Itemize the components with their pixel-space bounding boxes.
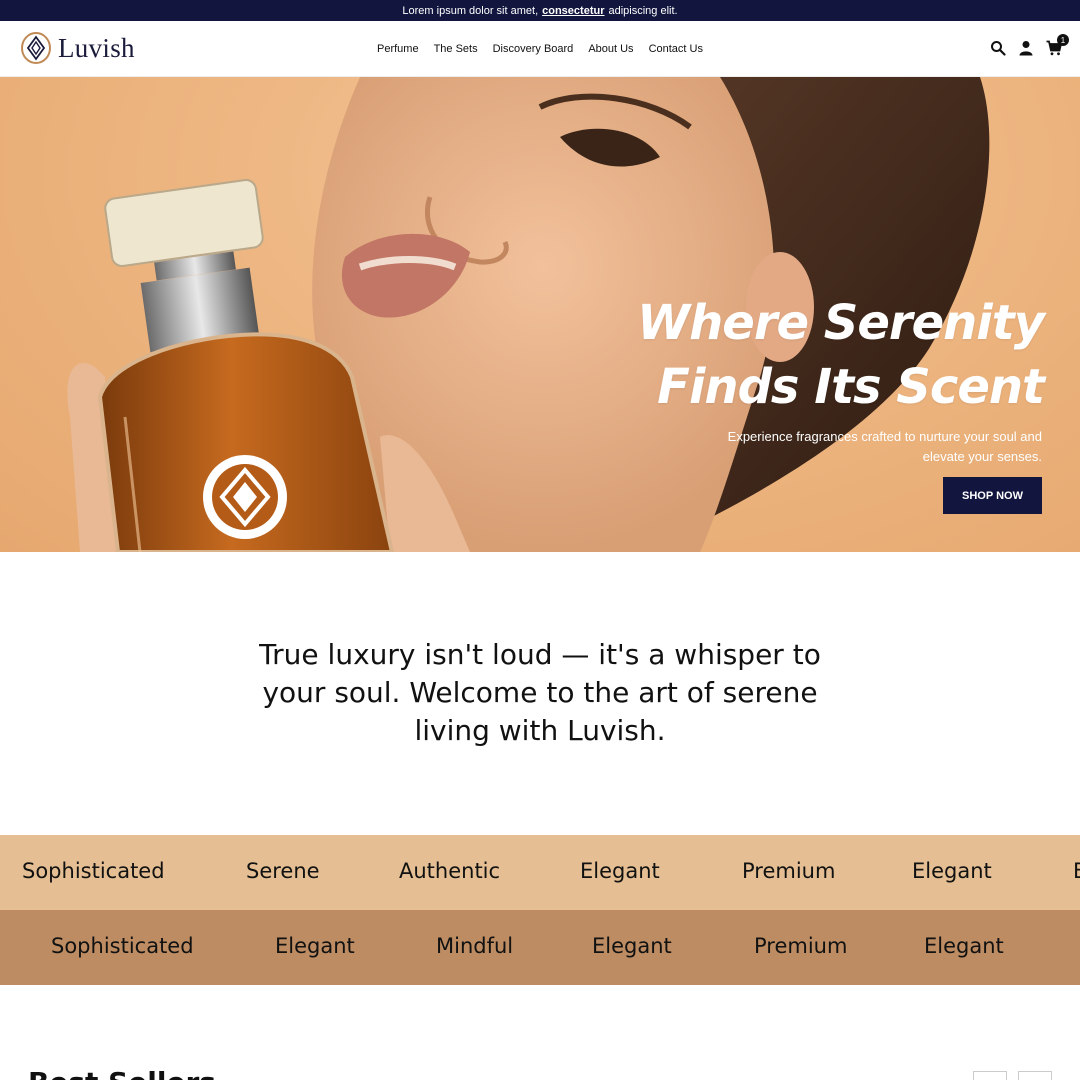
nav-perfume[interactable]: Perfume (377, 43, 419, 55)
cart-count-badge: 1 (1057, 34, 1069, 46)
statement-line-3: living with Luvish. (414, 714, 666, 747)
best-sellers-heading: Best Sellers (28, 1066, 216, 1080)
brand-statement: True luxury isn't loud — it's a whisper … (220, 636, 860, 750)
marquee-word: Elegant (275, 934, 355, 958)
marquee-word: Sophisticated (51, 934, 194, 958)
statement-line-2: your soul. Welcome to the art of serene (262, 676, 818, 709)
marquee-word: E (1073, 859, 1080, 883)
marquee-word: Premium (742, 859, 836, 883)
hero-title: Where Serenity Finds Its Scent (637, 291, 1045, 419)
carousel-next-button[interactable] (1018, 1071, 1052, 1080)
site-header: Luvish Perfume The Sets Discovery Board … (0, 21, 1080, 77)
marquee-word: Premium (754, 934, 848, 958)
main-nav: Perfume The Sets Discovery Board About U… (0, 21, 1080, 77)
hero-subtitle: Experience fragrances crafted to nurture… (692, 427, 1042, 467)
marquee-word: Elegant (912, 859, 992, 883)
search-icon[interactable] (990, 40, 1006, 56)
marquee-word: Elegant (924, 934, 1004, 958)
announcement-bar: Lorem ipsum dolor sit amet, consectetur … (0, 0, 1080, 21)
nav-discovery-board[interactable]: Discovery Board (493, 43, 574, 55)
nav-about-us[interactable]: About Us (588, 43, 633, 55)
logo-icon (21, 32, 51, 64)
marquee-band-bottom: Sophisticated Elegant Mindful Elegant Pr… (0, 910, 1080, 985)
hero-title-line-2: Finds Its Scent (657, 359, 1045, 415)
marquee-word: Mindful (436, 934, 514, 958)
shop-now-button[interactable]: SHOP NOW (943, 477, 1042, 514)
marquee-word: Elegant (580, 859, 660, 883)
nav-the-sets[interactable]: The Sets (434, 43, 478, 55)
hero-subtitle-line-1: Experience fragrances crafted to nurture… (727, 429, 1042, 444)
marquee-word: Sophisticated (22, 859, 165, 883)
hero-title-line-1: Where Serenity (637, 295, 1045, 351)
hero-subtitle-line-2: elevate your senses. (922, 449, 1042, 464)
header-actions: 1 (990, 34, 1069, 56)
announcement-link[interactable]: consectetur (542, 5, 604, 17)
announcement-text: Lorem ipsum dolor sit amet, (402, 4, 539, 17)
marquee-band-top: Sophisticated Serene Authentic Elegant P… (0, 835, 1080, 910)
marquee-word: Authentic (399, 859, 501, 883)
hero-banner: Where Serenity Finds Its Scent Experienc… (0, 77, 1080, 552)
logo[interactable]: Luvish (20, 31, 135, 65)
marquee-word: Serene (246, 859, 320, 883)
nav-contact-us[interactable]: Contact Us (649, 43, 703, 55)
user-icon[interactable] (1018, 40, 1034, 56)
logo-text: Luvish (58, 32, 135, 63)
announcement-text-end: adipiscing elit. (608, 4, 678, 17)
marquee-word: Elegant (592, 934, 672, 958)
cart-button[interactable]: 1 (1046, 34, 1069, 56)
statement-line-1: True luxury isn't loud — it's a whisper … (259, 638, 821, 671)
carousel-prev-button[interactable] (973, 1071, 1007, 1080)
